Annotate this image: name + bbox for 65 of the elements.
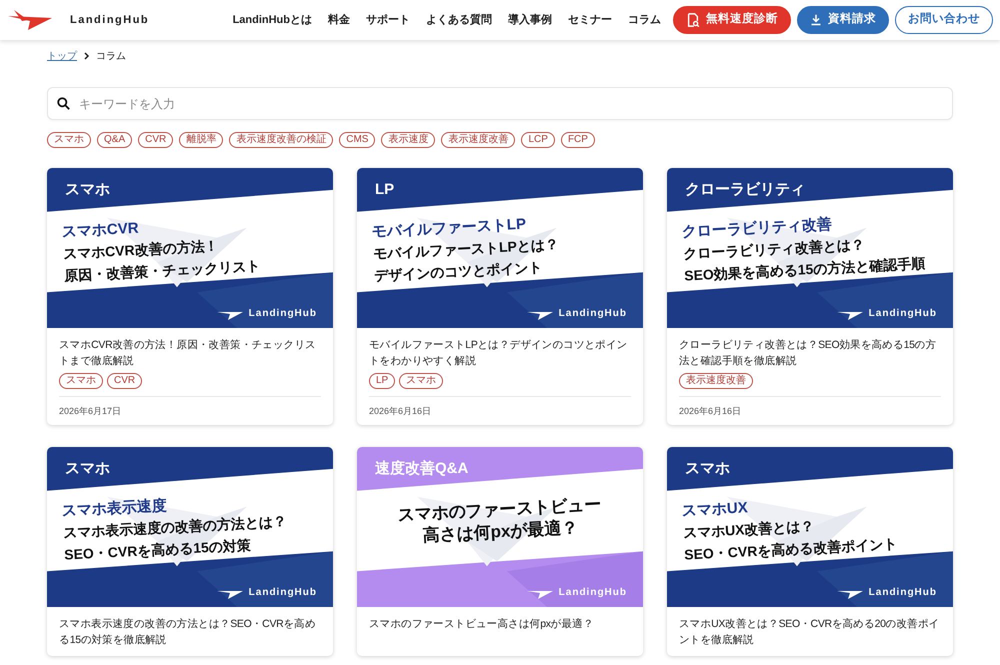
nav-link[interactable]: セミナー [568,12,612,28]
thumbnail-category: スマホ [65,180,110,200]
nav-link[interactable]: よくある質問 [426,12,492,28]
logo-text[interactable]: LandingHub [70,12,150,28]
nav-link[interactable]: コラム [628,12,661,28]
nav-link[interactable]: 導入事例 [508,12,552,28]
article-card[interactable]: 速度改善Q&A スマホのファーストビュー 高さは何pxが最適？ LandingHub スマホのファーストビュー高さは何pxが最適？ [357,447,643,656]
article-title[interactable]: スマホ表示速度の改善の方法とは？SEO・CVRを高める15の対策を徹底解説 [59,616,321,648]
header-button[interactable]: 無料速度診断 [673,6,791,34]
tag-chip[interactable]: 表示速度改善の検証 [229,132,334,148]
article-card[interactable]: スマホ スマホCVR スマホCVR改善の方法！ 原因・改善策・チェックリスト LandingHub スマホCVR改善の方法！原因・改善策・チェックリストまで徹底解説 スマホ CVR 2026年6月17日 [47,168,333,425]
tag-chip[interactable]: LCP [521,132,555,148]
tag-chip[interactable]: Q&A [97,132,132,148]
document-search-icon [686,13,700,27]
breadcrumb-link[interactable]: トップ [47,48,77,64]
tag-chip[interactable]: LP [369,373,396,389]
logo-icon[interactable] [8,10,52,30]
thumbnail-brand: LandingHub [868,586,937,600]
article-card[interactable]: スマホ スマホUX スマホUX改善とは？ SEO・CVRを高める改善ポイント LandingHub スマホUX改善とは？SEO・CVRを高める20の改善ポイントを徹底解説 [667,447,953,656]
thumbnail-headline: デザインのコツとポイント [374,258,543,286]
article-title[interactable]: スマホCVR改善の方法！原因・改善策・チェックリストまで徹底解説 [59,337,321,369]
breadcrumb-current: コラム [96,50,126,64]
nav-link[interactable]: 料金 [328,12,350,28]
thumbnail-brand: LandingHub [248,586,317,600]
thumbnail-brand: LandingHub [868,307,937,321]
tag-chip[interactable]: FCP [560,132,595,148]
article-title[interactable]: クローラビリティ改善とは？SEO効果を高める15の方法と確認手順を徹底解説 [679,337,941,369]
thumbnail-brand: LandingHub [558,307,627,321]
thumbnail-subtitle: クローラビリティ改善 [682,214,834,241]
article-date: 2026年6月17日 [59,406,122,416]
tag-chip[interactable]: 表示速度改善 [441,132,516,148]
thumbnail-category: LP [375,180,394,200]
header-button[interactable]: お問い合わせ [895,6,993,34]
article-title[interactable]: スマホのファーストビュー高さは何pxが最適？ [369,616,631,632]
thumbnail-brand: LandingHub [558,586,627,600]
thumbnail-subtitle: スマホ表示速度 [62,496,168,520]
tag-chip[interactable]: スマホ [399,373,444,389]
thumbnail-category: クローラビリティ [685,180,805,200]
tag-chip[interactable]: スマホ [59,373,103,389]
download-icon [810,14,822,26]
nav-link[interactable]: サポート [366,12,410,28]
tag-chip[interactable]: CVR [107,373,142,389]
article-title[interactable]: モバイルファーストLPとは？デザインのコツとポイントをわかりやすく解説 [369,337,631,369]
thumbnail-subtitle: モバイルファーストLP [372,214,526,241]
tag-chip[interactable]: 表示速度 [381,132,436,148]
tag-chip[interactable]: CVR [138,132,174,148]
header-button[interactable]: 資料請求 [797,6,889,34]
tag-chip[interactable]: CMS [339,132,376,148]
tag-chip[interactable]: 離脱率 [179,132,224,148]
article-card[interactable]: クローラビリティ クローラビリティ改善 クローラビリティ改善とは？ SEO効果を高める15の方法と確認手順 LandingHub クローラビリティ改善とは？SEO効果を高める15の方法と確認手順を徹底解説 表示速度改善 2026年6月16日 [667,168,953,425]
article-date: 2026年6月16日 [369,406,432,416]
tag-chip[interactable]: 表示速度改善 [679,373,753,389]
article-card[interactable]: LP モバイルファーストLP モバイルファーストLPとは？ デザインのコツとポイント LandingHub モバイルファーストLPとは？デザインのコツとポイントをわかりやすく解説 LP スマホ 2026年6月16日 [357,168,643,425]
thumbnail-category: 速度改善Q&A [375,459,468,479]
search-field[interactable]: キーワードを入力 [47,87,953,120]
article-card[interactable]: スマホ スマホ表示速度 スマホ表示速度の改善の方法とは？ SEO・CVRを高める15の対策 LandingHub スマホ表示速度の改善の方法とは？SEO・CVRを高める15の対策を徹底解説 [47,447,333,656]
thumbnail-category: スマホ [685,459,730,479]
chevron-right-icon [83,52,90,60]
search-icon [57,97,70,110]
nav-link[interactable]: LandinHubとは [232,12,312,28]
thumbnail-category: スマホ [65,459,110,479]
article-title[interactable]: スマホUX改善とは？SEO・CVRを高める20の改善ポイントを徹底解説 [679,616,941,648]
article-date: 2026年6月16日 [679,406,742,416]
thumbnail-brand: LandingHub [248,307,317,321]
tag-chip[interactable]: スマホ [47,132,91,148]
